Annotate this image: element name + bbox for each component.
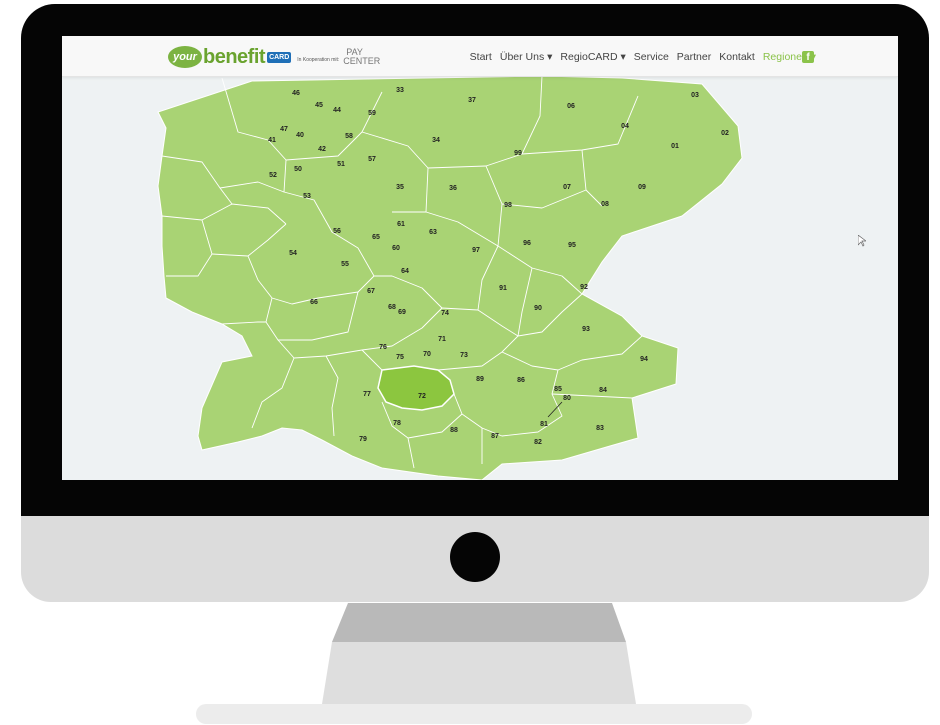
region-label: 44	[333, 107, 341, 114]
region-label: 91	[499, 285, 507, 292]
region-label: 96	[523, 240, 531, 247]
region-label: 97	[472, 247, 480, 254]
region-label: 46	[292, 90, 300, 97]
website-screen: 46 45 44 33 37 06 03 47 40 41 59 58 42 3…	[62, 36, 898, 480]
region-label: 09	[638, 184, 646, 191]
nav-item-service[interactable]: Service	[634, 51, 669, 63]
site-navbar: your benefit CARD In Kooperation mit: PA…	[62, 36, 898, 77]
region-label: 94	[640, 356, 648, 363]
region-label: 83	[596, 425, 604, 432]
region-label: 50	[294, 166, 302, 173]
region-label: 69	[398, 309, 406, 316]
region-label: 64	[401, 268, 409, 275]
region-label: 84	[599, 387, 607, 394]
yourbenefit-logo[interactable]: your benefit CARD In Kooperation mit: PA…	[168, 44, 380, 70]
region-label: 03	[691, 92, 699, 99]
region-label: 51	[337, 161, 345, 168]
mouse-cursor-icon	[858, 235, 866, 247]
region-label: 55	[341, 261, 349, 268]
nav-item-ueber-uns[interactable]: Über Uns ▾	[500, 51, 553, 63]
region-label: 42	[318, 146, 326, 153]
nav-item-regiocard[interactable]: RegioCARD ▾	[560, 51, 625, 63]
region-label: 68	[388, 304, 396, 311]
region-label: 37	[468, 97, 476, 104]
region-label: 47	[280, 126, 288, 133]
region-label: 57	[368, 156, 376, 163]
region-label: 88	[450, 427, 458, 434]
region-label: 86	[517, 377, 525, 384]
region-label: 58	[345, 133, 353, 140]
region-label: 56	[333, 228, 341, 235]
region-label: 34	[432, 137, 440, 144]
region-label: 92	[580, 284, 588, 291]
region-label: 40	[296, 132, 304, 139]
region-label: 85	[554, 386, 562, 393]
logo-wordmark: benefit	[203, 45, 266, 68]
region-label: 76	[379, 344, 387, 351]
region-label: 63	[429, 229, 437, 236]
region-label: 82	[534, 439, 542, 446]
map-landmass	[157, 75, 743, 480]
region-label: 74	[441, 310, 449, 317]
region-label: 70	[423, 351, 431, 358]
region-label: 93	[582, 326, 590, 333]
region-label: 78	[393, 420, 401, 427]
monitor-logo-dot	[450, 532, 500, 582]
region-label: 67	[367, 288, 375, 295]
region-label: 75	[396, 354, 404, 361]
region-label: 65	[372, 234, 380, 241]
region-label: 71	[438, 336, 446, 343]
region-label: 01	[671, 143, 679, 150]
nav-item-partner[interactable]: Partner	[677, 51, 711, 63]
region-label: 36	[449, 185, 457, 192]
region-label: 98	[504, 202, 512, 209]
paycenter-logo: PAY CENTER	[343, 48, 380, 66]
region-label: 41	[268, 137, 276, 144]
region-label: 52	[269, 172, 277, 179]
region-label: 33	[396, 87, 404, 94]
region-label: 53	[303, 193, 311, 200]
facebook-icon[interactable]: f	[802, 51, 814, 63]
logo-badge: your	[168, 46, 202, 68]
region-label: 02	[721, 130, 729, 137]
paycenter-center: CENTER	[343, 56, 381, 66]
region-label: 59	[368, 110, 376, 117]
region-label: 81	[540, 421, 548, 428]
nav-item-start[interactable]: Start	[470, 51, 492, 63]
region-label: 89	[476, 376, 484, 383]
region-label: 08	[601, 201, 609, 208]
region-label: 73	[460, 352, 468, 359]
region-label: 66	[310, 299, 318, 306]
region-label: 77	[363, 391, 371, 398]
region-label: 95	[568, 242, 576, 249]
region-label: 90	[534, 305, 542, 312]
nav-item-kontakt[interactable]: Kontakt	[719, 51, 755, 63]
germany-postcode-map: 46 45 44 33 37 06 03 47 40 41 59 58 42 3…	[157, 75, 743, 480]
region-label: 45	[315, 102, 323, 109]
region-label: 04	[621, 123, 629, 130]
region-label: 79	[359, 436, 367, 443]
main-nav: Start Über Uns ▾ RegioCARD ▾ Service Par…	[470, 51, 816, 63]
region-label: 06	[567, 103, 575, 110]
region-label: 61	[397, 221, 405, 228]
logo-cooperation-text: In Kooperation mit:	[297, 57, 340, 63]
region-label: 87	[491, 433, 499, 440]
region-label: 07	[563, 184, 571, 191]
logo-card-tag: CARD	[267, 51, 292, 63]
region-label: 54	[289, 250, 297, 257]
region-label: 35	[396, 184, 404, 191]
region-label: 99	[514, 150, 522, 157]
region-label: 60	[392, 245, 400, 252]
region-label: 80	[563, 395, 571, 402]
region-label: 72	[418, 393, 426, 400]
